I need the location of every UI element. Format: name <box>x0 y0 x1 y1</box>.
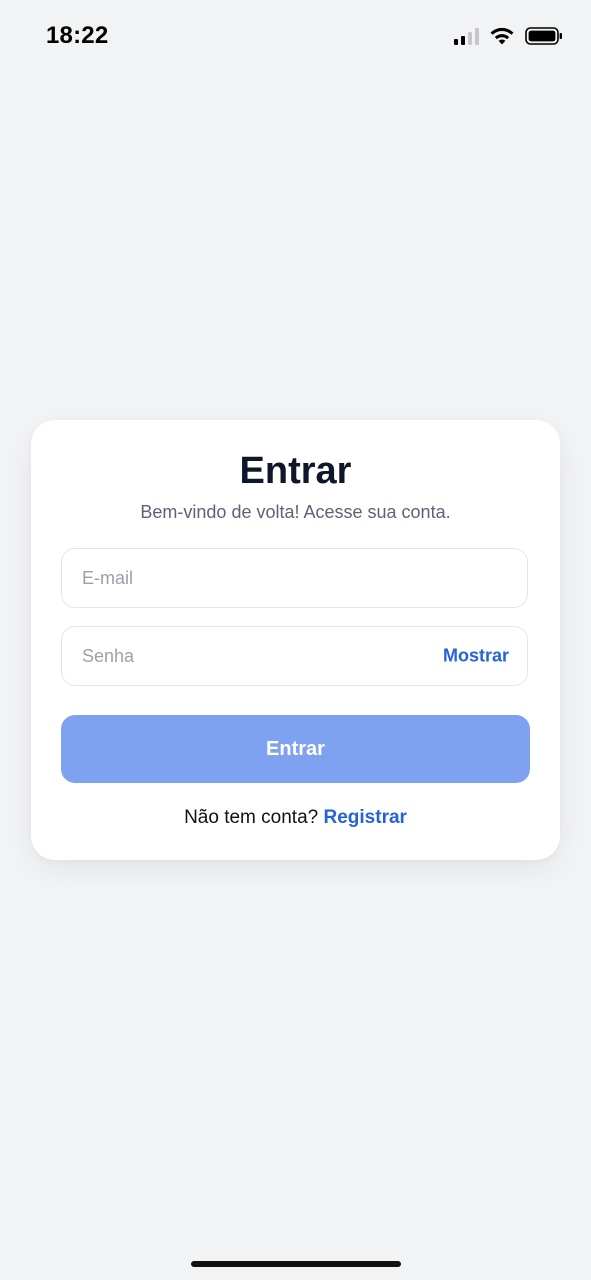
status-icons <box>454 26 563 46</box>
signup-prompt: Não tem conta? <box>184 807 319 828</box>
page-subtitle: Bem-vindo de volta! Acesse sua conta. <box>140 502 451 522</box>
status-bar: 18:22 <box>0 0 591 76</box>
battery-icon <box>525 27 562 45</box>
signup-row: Não tem conta? Registrar <box>31 807 560 829</box>
page-title: Entrar <box>239 450 352 492</box>
login-screen: 18:22 Entrar Bem-vindo de volta! Acesse … <box>0 0 591 1280</box>
register-link[interactable]: Registrar <box>324 807 407 828</box>
signal-icon <box>454 27 479 45</box>
status-time: 18:22 <box>46 22 109 49</box>
login-button[interactable]: Entrar <box>61 715 530 783</box>
login-card: Entrar Bem-vindo de volta! Acesse sua co… <box>31 420 560 860</box>
password-field-container: Mostrar <box>61 626 528 686</box>
show-password-button[interactable]: Mostrar <box>443 646 509 667</box>
wifi-icon <box>490 27 514 45</box>
email-field-container <box>61 548 528 608</box>
home-indicator[interactable] <box>191 1261 401 1267</box>
email-field[interactable] <box>62 549 527 607</box>
